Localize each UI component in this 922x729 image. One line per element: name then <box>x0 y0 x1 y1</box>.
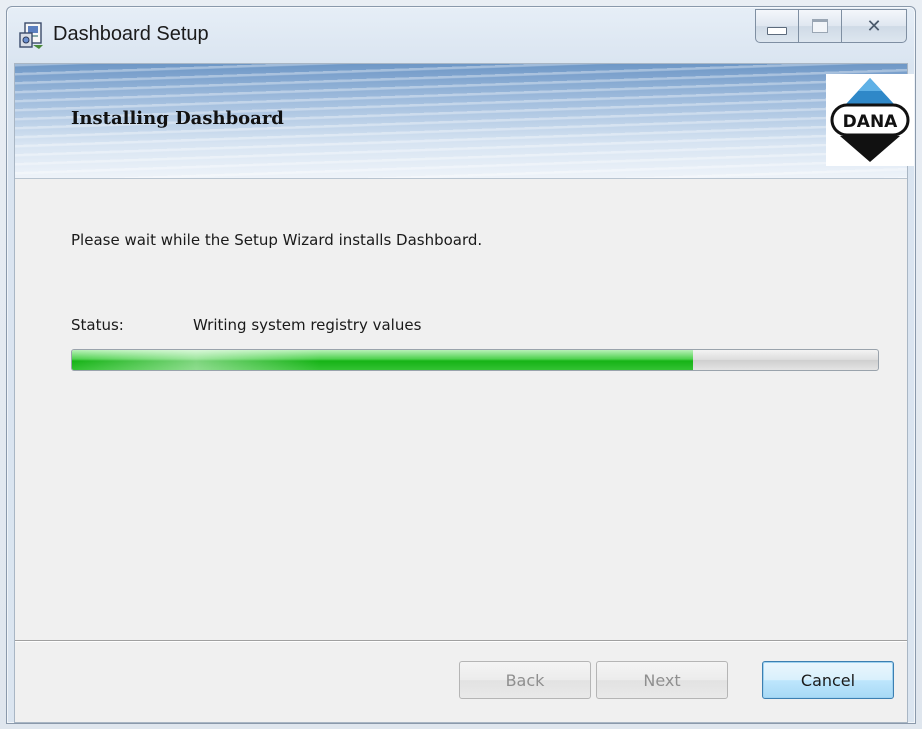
logo-text: DANA <box>843 112 898 132</box>
wait-message: Please wait while the Setup Wizard insta… <box>71 231 483 249</box>
maximize-icon <box>812 19 828 33</box>
maximize-button[interactable] <box>798 9 842 43</box>
dana-logo: DANA <box>826 74 914 166</box>
status-value: Writing system registry values <box>193 316 422 334</box>
close-icon: ✕ <box>866 15 882 37</box>
window-title: Dashboard Setup <box>53 23 209 45</box>
footer-divider <box>15 640 907 642</box>
caption-buttons: ✕ <box>755 9 907 43</box>
wizard-client-area: Installing Dashboard DANA Please wait wh… <box>14 63 914 723</box>
status-label: Status: <box>71 316 124 334</box>
close-button[interactable]: ✕ <box>841 9 907 43</box>
setup-window: Dashboard Setup ✕ Installing Dashboard D… <box>6 6 916 724</box>
installer-icon <box>19 22 43 49</box>
progress-bar <box>71 349 879 371</box>
header-banner: Installing Dashboard DANA <box>15 64 914 179</box>
cancel-button[interactable]: Cancel <box>762 661 894 699</box>
minimize-icon <box>767 27 787 35</box>
progress-fill <box>72 350 693 370</box>
minimize-button[interactable] <box>755 9 799 43</box>
banner-title: Installing Dashboard <box>71 108 284 129</box>
next-button[interactable]: Next <box>596 661 728 699</box>
title-bar[interactable]: Dashboard Setup ✕ <box>7 7 915 63</box>
back-button[interactable]: Back <box>459 661 591 699</box>
dana-logo-graphic: DANA <box>830 78 910 162</box>
